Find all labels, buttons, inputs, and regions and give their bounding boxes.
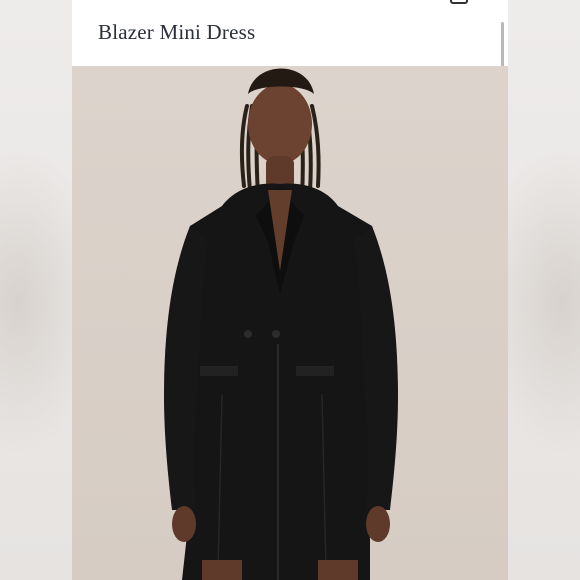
right-pocket — [296, 366, 334, 376]
button-right — [272, 330, 280, 338]
right-hand — [366, 506, 390, 542]
face — [248, 84, 312, 164]
left-hand — [172, 506, 196, 542]
left-leg — [202, 560, 242, 580]
model-illustration — [164, 68, 398, 580]
right-leg — [318, 560, 358, 580]
left-pocket — [200, 366, 238, 376]
button-left — [244, 330, 252, 338]
product-header: Blazer Mini Dress — [72, 0, 508, 66]
product-screen: Blazer Mini Dress — [72, 0, 508, 580]
bag-icon[interactable] — [450, 0, 468, 4]
product-title: Blazer Mini Dress — [98, 20, 256, 44]
product-photo[interactable] — [72, 66, 508, 580]
